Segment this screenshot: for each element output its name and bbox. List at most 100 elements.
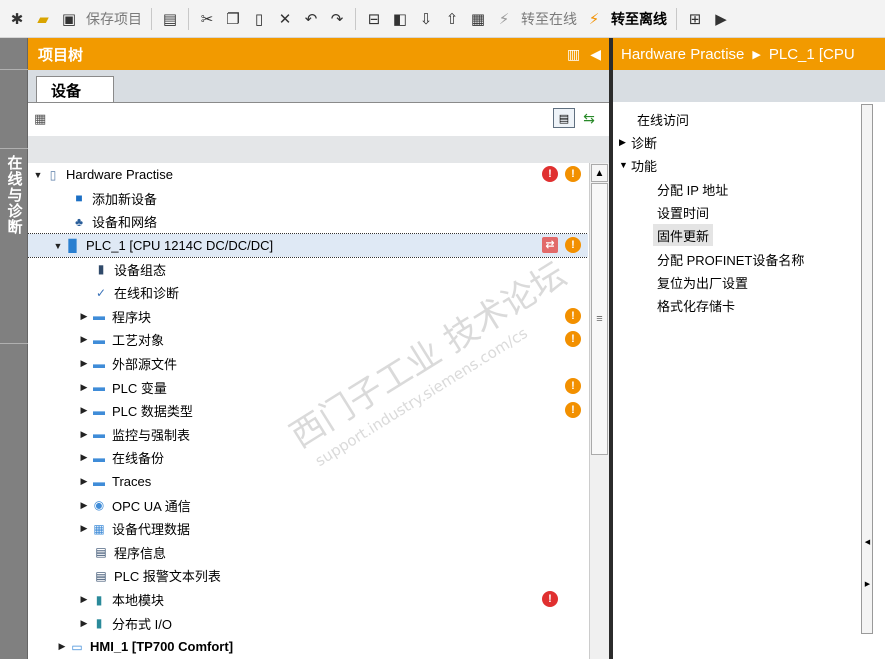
print-icon[interactable]: ▤ [159, 8, 181, 30]
tree-row-program-info[interactable]: ▤ 程序信息 [28, 541, 588, 565]
download-icon[interactable]: ⇩ [415, 8, 437, 30]
scroll-thumb[interactable]: ≡ [591, 183, 608, 455]
scroll-right-icon[interactable]: ▶ [863, 579, 872, 589]
tree-row-external-sources[interactable]: ▶ ▬ 外部源文件 [28, 352, 588, 376]
upload-icon[interactable]: ⇧ [441, 8, 463, 30]
tree-row-opc-ua[interactable]: ▶ ◉ OPC UA 通信 [28, 493, 588, 517]
online-diagnostics-vertical-tab[interactable]: 在线与诊断 [0, 148, 28, 344]
paste-icon[interactable]: ▯ [248, 8, 270, 30]
go-offline-icon[interactable]: ⚡ [583, 8, 605, 30]
collapse-arrow-icon[interactable]: ▼ [52, 241, 64, 251]
panel-layout-icon[interactable]: ▥ [567, 46, 580, 63]
tree-row-tech-objects[interactable]: ▶ ▬ 工艺对象 ! [28, 328, 588, 352]
tree-row-online-backups[interactable]: ▶ ▬ 在线备份 [28, 446, 588, 470]
simulation-icon[interactable]: ▦ [467, 8, 489, 30]
tree-view-icon[interactable]: ▦ [34, 111, 46, 127]
toolbar-separator [188, 7, 189, 30]
tree-row-plc-data-types[interactable]: ▶ ▬ PLC 数据类型 ! [28, 399, 588, 423]
tree-row-devices-networks[interactable]: ♣ 设备和网络 [28, 210, 588, 234]
start-cpu-icon[interactable]: ▶ [710, 8, 732, 30]
nav-format-card[interactable]: 格式化存储卡 [657, 294, 735, 316]
tree-row-device-proxy[interactable]: ▶ ▦ 设备代理数据 [28, 517, 588, 541]
collapse-left-icon[interactable]: ◀ [590, 46, 601, 63]
new-project-icon[interactable]: ✱ [6, 8, 28, 30]
nav-label: 功能 [631, 158, 658, 174]
tree-row-plc-tags[interactable]: ▶ ▬ PLC 变量 ! [28, 375, 588, 399]
save-icon[interactable]: ▣ [58, 8, 80, 30]
expand-arrow-icon[interactable]: ▶ [78, 523, 90, 534]
collapse-arrow-icon[interactable]: ▼ [619, 160, 631, 170]
nav-diagnostics[interactable]: ▶ 诊断 [619, 131, 657, 153]
tree-row-online-diag[interactable]: ✓ 在线和诊断 [28, 281, 588, 305]
tree-row-watch-tables[interactable]: ▶ ▬ 监控与强制表 [28, 423, 588, 447]
nav-online-access[interactable]: 在线访问 [637, 108, 689, 130]
tree-scrollbar[interactable]: ▲ ≡ [589, 163, 609, 659]
tree-row-add-device[interactable]: ■ 添加新设备 [28, 187, 588, 211]
redo-icon[interactable]: ↷ [326, 8, 348, 30]
breadcrumb-separator-icon: ▶ [752, 48, 761, 61]
tree-row-program-blocks[interactable]: ▶ ▬ 程序块 ! [28, 305, 588, 329]
expand-arrow-icon[interactable]: ▶ [78, 594, 90, 605]
warning-indicator-icon: ! [565, 166, 581, 182]
detail-view-icon[interactable]: ▤ [553, 108, 575, 128]
tree-row-hmi[interactable]: ▶ ▭ HMI_1 [TP700 Comfort] [28, 635, 588, 659]
project-file-icon: ▯ [49, 167, 57, 182]
tree-row-alarm-texts[interactable]: ▤ PLC 报警文本列表 [28, 564, 588, 588]
error-indicator-icon: ! [542, 590, 558, 607]
expand-arrow-icon[interactable]: ▶ [78, 500, 90, 511]
nav-functions[interactable]: ▼ 功能 [619, 154, 657, 176]
tree-row-traces[interactable]: ▶ ▬ Traces [28, 470, 588, 494]
expand-arrow-icon[interactable]: ▶ [619, 137, 631, 148]
split-icon[interactable]: ⊟ [363, 8, 385, 30]
tree-row-project[interactable]: ▼ ▯ Hardware Practise ! ! [28, 163, 588, 187]
go-online-icon[interactable]: ⚡ [493, 8, 515, 30]
nav-firmware-update[interactable]: 固件更新 [653, 224, 714, 246]
scroll-up-icon[interactable]: ▲ [591, 164, 608, 182]
tree-row-label: PLC 报警文本列表 [114, 569, 221, 585]
online-nav-tree: 在线访问 ▶ 诊断 ▼ 功能 分配 IP 地址 设置时间 固件更新 分配 PROFI… [613, 102, 861, 659]
tab-devices[interactable]: 设备 [36, 76, 114, 103]
expand-arrow-icon[interactable]: ▶ [78, 618, 90, 629]
collapse-arrow-icon[interactable]: ▼ [32, 170, 44, 180]
go-online-button[interactable]: 转至在线 [519, 9, 579, 29]
tree-row-device-config[interactable]: ▮ 设备组态 [28, 257, 588, 281]
tree-row-distributed-io[interactable]: ▶ ▮ 分布式 I/O [28, 611, 588, 635]
save-project-button[interactable]: 保存项目 [84, 9, 144, 29]
nav-assign-profinet-name[interactable]: 分配 PROFINET设备名称 [657, 248, 804, 270]
expand-arrow-icon[interactable]: ▶ [78, 452, 90, 463]
breadcrumb-project[interactable]: Hardware Practise [621, 46, 744, 63]
folder-icon: ▬ [93, 380, 105, 395]
tree-row-label: 设备组态 [114, 262, 167, 278]
scroll-left-icon[interactable]: ◀ [863, 537, 872, 547]
open-project-icon[interactable]: ▰ [32, 8, 54, 30]
accessible-devices-icon[interactable]: ⊞ [684, 8, 706, 30]
tree-row-plc[interactable]: ▼ ▉ PLC_1 [CPU 1214C DC/DC/DC] ⇄ ! [28, 232, 588, 259]
breadcrumb-plc[interactable]: PLC_1 [CPU [769, 46, 855, 63]
nav-assign-ip[interactable]: 分配 IP 地址 [657, 178, 728, 200]
go-offline-button[interactable]: 转至离线 [609, 9, 669, 29]
expand-arrow-icon[interactable]: ▶ [78, 405, 90, 416]
undo-icon[interactable]: ↶ [300, 8, 322, 30]
expand-arrow-icon[interactable]: ▶ [56, 641, 68, 652]
add-to-tree-icon[interactable]: ⇆ [579, 108, 599, 128]
tree-row-label: OPC UA 通信 [112, 498, 191, 514]
expand-arrow-icon[interactable]: ▶ [78, 382, 90, 393]
network-icon: ♣ [75, 214, 83, 229]
delete-icon[interactable]: ✕ [274, 8, 296, 30]
tree-row-label: 本地模块 [112, 593, 165, 609]
copy-icon[interactable]: ❐ [222, 8, 244, 30]
cut-icon[interactable]: ✂ [196, 8, 218, 30]
project-tree-panel: 项目树 ▥ ◀ 设备 ▦ ▤ ⇆ ▼ ▯ Hardware Practise !… [28, 38, 609, 659]
expand-arrow-icon[interactable]: ▶ [78, 476, 90, 487]
nav-set-time[interactable]: 设置时间 [657, 201, 709, 223]
tree-row-label: 监控与强制表 [112, 427, 191, 443]
tree-row-local-modules[interactable]: ▶ ▮ 本地模块 ! [28, 588, 588, 612]
nav-reset-factory[interactable]: 复位为出厂设置 [657, 271, 748, 293]
right-nav-scrollbar[interactable]: ◀ ▶ [861, 104, 873, 634]
expand-arrow-icon[interactable]: ▶ [78, 311, 90, 322]
expand-arrow-icon[interactable]: ▶ [78, 429, 90, 440]
compile-icon[interactable]: ◧ [389, 8, 411, 30]
expand-arrow-icon[interactable]: ▶ [78, 334, 90, 345]
expand-arrow-icon[interactable]: ▶ [78, 358, 90, 369]
warning-indicator-icon: ! [565, 307, 581, 324]
